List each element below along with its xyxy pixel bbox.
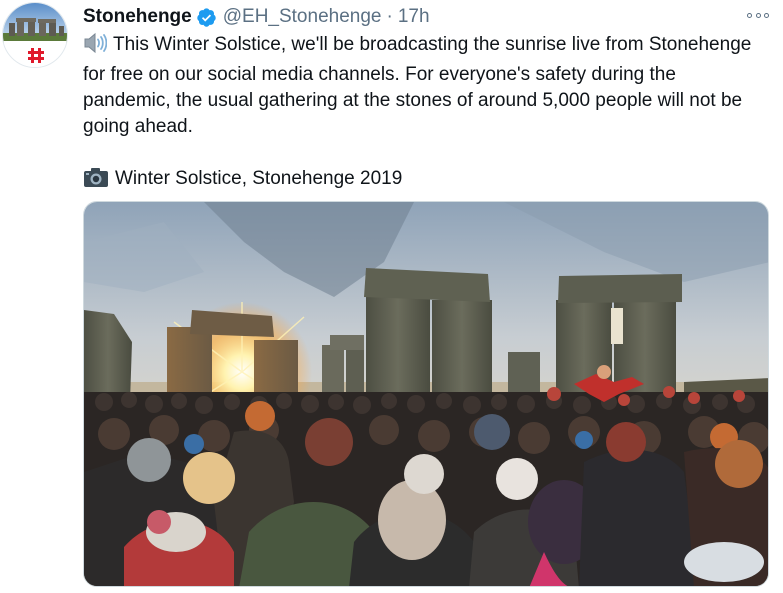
tweet-photo[interactable] (83, 201, 769, 587)
speaker-high-volume-icon (83, 32, 108, 62)
author-handle[interactable]: @EH_Stonehenge (223, 6, 382, 28)
caption-paragraph: Winter Solstice, Stonehenge 2019 (83, 166, 763, 196)
tweet-body: This Winter Solstice, we'll be broadcast… (83, 34, 752, 137)
stonehenge-sunrise-photo (84, 202, 768, 586)
stonehenge-avatar-icon (3, 3, 67, 67)
camera-icon (83, 166, 109, 196)
header-separator: · (386, 6, 393, 27)
verified-badge-icon (196, 7, 217, 28)
display-name[interactable]: Stonehenge (83, 6, 192, 28)
tweet-timestamp[interactable]: 17h (398, 6, 430, 28)
tweet: Stonehenge @EH_Stonehenge · 17h This Win… (0, 0, 783, 593)
more-options-icon[interactable] (747, 8, 769, 22)
tweet-paragraph: This Winter Solstice, we'll be broadcast… (83, 32, 763, 140)
avatar[interactable] (2, 2, 68, 68)
tweet-text: This Winter Solstice, we'll be broadcast… (83, 32, 763, 196)
photo-caption: Winter Solstice, Stonehenge 2019 (115, 168, 403, 189)
tweet-header: Stonehenge @EH_Stonehenge · 17h (83, 4, 430, 30)
